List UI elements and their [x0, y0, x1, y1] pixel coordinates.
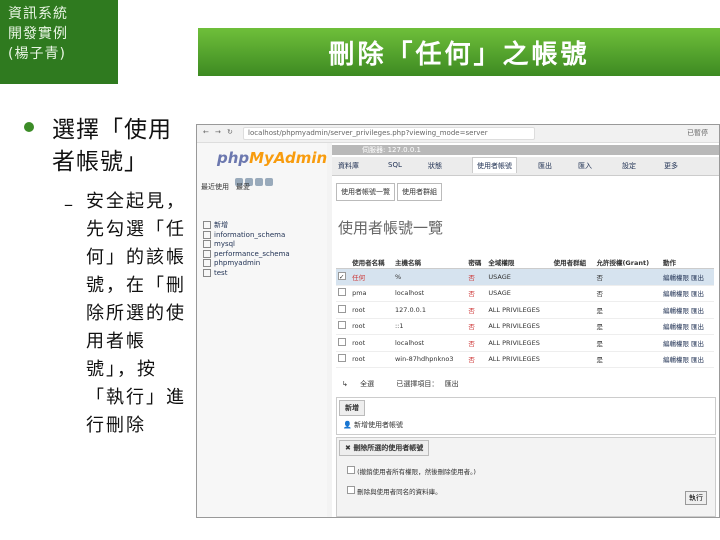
- tab-export[interactable]: 匯出: [538, 161, 552, 171]
- delete-user-icon: ✖: [345, 444, 351, 452]
- tab-import[interactable]: 匯入: [578, 161, 592, 171]
- col-grant[interactable]: 允許授權(Grant): [594, 255, 661, 269]
- phpmyadmin-screenshot: ← → ↻ localhost/phpmyadmin/server_privil…: [196, 124, 720, 518]
- new-section-header: 新增: [339, 400, 365, 416]
- drop-db-checkbox[interactable]: [347, 486, 355, 494]
- url-field[interactable]: localhost/phpmyadmin/server_privileges.p…: [243, 127, 535, 140]
- edit-privileges-link[interactable]: 編輯權限: [663, 323, 689, 331]
- navigation-panel: phpMyAdmin 最近使用 最愛 新增 information_schema…: [197, 143, 327, 517]
- logo-myadmin: MyAdmin: [249, 149, 328, 167]
- tab-user-accounts[interactable]: 使用者帳號: [472, 157, 517, 173]
- back-icon[interactable]: ←: [203, 128, 209, 136]
- col-user-group[interactable]: 使用者群組: [551, 255, 595, 269]
- table-header: 使用者名稱 主機名稱 密碼 全域權限 使用者群組 允許授權(Grant) 動作: [336, 255, 714, 269]
- browser-status: 已暫停: [687, 129, 708, 137]
- col-global-privileges[interactable]: 全域權限: [486, 255, 552, 269]
- logo-php: php: [217, 149, 250, 167]
- settings-icon[interactable]: [265, 178, 273, 186]
- export-link[interactable]: 匯出: [691, 290, 704, 298]
- corner-block: 資訊系統 開發實例 (楊子青): [0, 0, 118, 84]
- bullet-dot: [24, 122, 34, 132]
- table-row[interactable]: pma localhost 否 USAGE 否 編輯權限 匯出: [336, 285, 714, 302]
- main-panel: 伺服器: 127.0.0.1 資料庫 SQL 狀態 使用者帳號 匯出 匯入 設定…: [332, 143, 719, 517]
- tab-settings[interactable]: 設定: [622, 161, 636, 171]
- url-text: localhost/phpmyadmin/server_privileges.p…: [248, 129, 488, 137]
- col-password[interactable]: 密碼: [466, 255, 487, 269]
- bulk-export-button[interactable]: 匯出: [445, 380, 459, 388]
- edit-privileges-link[interactable]: 編輯權限: [663, 340, 689, 348]
- delete-section-header: ✖ 刪除所選的使用者帳號: [339, 440, 430, 456]
- db-item[interactable]: performance_schema: [203, 249, 290, 260]
- db-item[interactable]: mysql: [203, 240, 290, 250]
- export-link[interactable]: 匯出: [691, 340, 704, 348]
- edit-privileges-link[interactable]: 編輯權限: [663, 274, 689, 282]
- row-checkbox[interactable]: [338, 337, 346, 346]
- row-checkbox[interactable]: [338, 304, 346, 313]
- subtab-user-overview[interactable]: 使用者帳號一覽: [336, 183, 395, 201]
- course-line-2: 開發實例: [8, 26, 68, 42]
- export-link[interactable]: 匯出: [691, 356, 704, 364]
- go-button[interactable]: 執行: [685, 491, 707, 505]
- check-all-link[interactable]: 全選: [360, 380, 374, 388]
- tab-sql[interactable]: SQL: [388, 161, 402, 169]
- table-row[interactable]: root 127.0.0.1 否 ALL PRIVILEGES 是 編輯權限 匯…: [336, 301, 714, 319]
- export-link[interactable]: 匯出: [691, 307, 704, 315]
- phpmyadmin-logo[interactable]: phpMyAdmin: [217, 149, 327, 167]
- col-action: 動作: [660, 255, 714, 269]
- row-checkbox[interactable]: [338, 321, 346, 330]
- dash-marker: –: [64, 194, 73, 215]
- course-label: 資訊系統 開發實例 (楊子青): [8, 4, 68, 64]
- course-line-1: 資訊系統: [8, 6, 68, 22]
- server-breadcrumb[interactable]: 伺服器: 127.0.0.1: [332, 145, 719, 155]
- slide-title: 刪除「任何」之帳號: [328, 40, 590, 70]
- reload-icon[interactable]: ↻: [227, 128, 233, 136]
- with-selected-label: 已選擇項目：: [396, 380, 439, 388]
- revoke-radio[interactable]: [347, 466, 355, 474]
- db-item[interactable]: test: [203, 268, 290, 279]
- top-tabs: 資料庫 SQL 狀態 使用者帳號 匯出 匯入 設定 更多: [332, 157, 719, 176]
- table-row[interactable]: root localhost 否 ALL PRIVILEGES 是 編輯權限 匯…: [336, 334, 714, 352]
- db-item[interactable]: information_schema: [203, 230, 290, 241]
- database-tree: 新增 information_schema mysql performance_…: [203, 221, 290, 278]
- bullet-1-text: 選擇「使用者帳號」: [52, 117, 172, 175]
- browser-address-bar: ← → ↻ localhost/phpmyadmin/server_privil…: [197, 125, 719, 143]
- bullet-2-text: 安全起見，先勾選「任何」的該帳號，在「刪除所選的使用者帳號」，按「執行」進行刪除: [86, 191, 186, 436]
- bulk-actions: ↳ 全選 已選擇項目： 匯出: [342, 379, 459, 389]
- export-link[interactable]: 匯出: [691, 274, 704, 282]
- add-user-icon: 👤: [343, 421, 352, 429]
- export-link[interactable]: 匯出: [691, 323, 704, 331]
- edit-privileges-link[interactable]: 編輯權限: [663, 307, 689, 315]
- row-checkbox[interactable]: [338, 354, 346, 363]
- tab-status[interactable]: 狀態: [428, 161, 442, 171]
- col-username[interactable]: 使用者名稱: [350, 255, 393, 269]
- row-checkbox[interactable]: [338, 288, 346, 297]
- row-checkbox[interactable]: ✓: [338, 272, 346, 281]
- sub-tabs: 使用者帳號一覽 使用者群組: [336, 183, 444, 201]
- edit-privileges-link[interactable]: 編輯權限: [663, 356, 689, 364]
- add-user-link[interactable]: 👤 新增使用者帳號: [343, 420, 709, 430]
- nav-icons: [235, 171, 275, 186]
- db-item[interactable]: 新增: [203, 221, 290, 231]
- subtab-user-groups[interactable]: 使用者群組: [397, 183, 442, 201]
- page-heading: 使用者帳號一覽: [338, 219, 444, 237]
- revoke-note[interactable]: (撤銷使用者所有權限，然後刪除使用者。): [347, 466, 476, 476]
- table-row[interactable]: root win-87hdhpnkno3 否 ALL PRIVILEGES 是 …: [336, 351, 714, 368]
- forward-icon[interactable]: →: [215, 128, 221, 136]
- edit-privileges-link[interactable]: 編輯權限: [663, 290, 689, 298]
- recent-favorites[interactable]: 最近使用 最愛: [201, 182, 250, 192]
- course-line-3: (楊子青): [8, 46, 66, 62]
- drop-db-option[interactable]: 刪除與使用者同名的資料庫。: [347, 486, 442, 496]
- arrow-up-icon: ↳: [342, 380, 348, 388]
- table-row[interactable]: ✓ 任何 % 否 USAGE 否 編輯權限 匯出: [336, 268, 714, 286]
- title-bar: 刪除「任何」之帳號: [198, 28, 720, 76]
- table-row[interactable]: root ::1 否 ALL PRIVILEGES 是 編輯權限 匯出: [336, 318, 714, 335]
- col-hostname[interactable]: 主機名稱: [392, 255, 467, 269]
- db-item[interactable]: phpmyadmin: [203, 259, 290, 269]
- tab-databases[interactable]: 資料庫: [338, 161, 359, 171]
- new-user-section: 新增 👤 新增使用者帳號: [336, 397, 716, 435]
- user-accounts-table: 使用者名稱 主機名稱 密碼 全域權限 使用者群組 允許授權(Grant) 動作 …: [336, 255, 714, 368]
- help-icon[interactable]: [255, 178, 263, 186]
- delete-users-section: ✖ 刪除所選的使用者帳號 (撤銷使用者所有權限，然後刪除使用者。) 刪除與使用者…: [336, 437, 716, 517]
- tab-more[interactable]: 更多: [664, 161, 678, 171]
